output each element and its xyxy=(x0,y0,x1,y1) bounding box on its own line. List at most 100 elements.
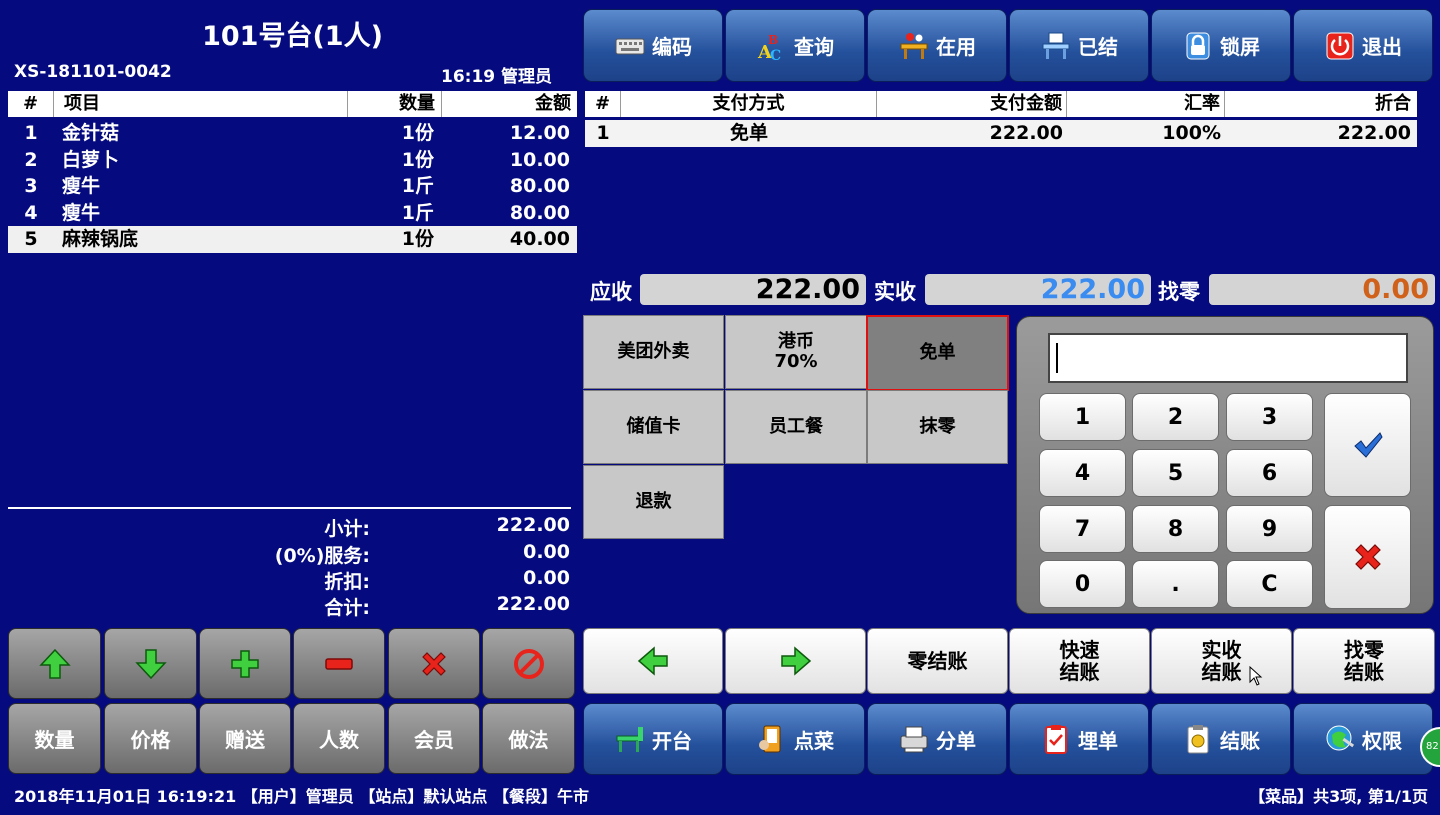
order-row[interactable]: 1 金针菇 1份 12.00 xyxy=(8,120,577,147)
col-item: 项目 xyxy=(54,91,348,117)
key-8[interactable]: 8 xyxy=(1132,505,1219,553)
method-label: 储值卡 xyxy=(626,416,681,437)
method-stored-card-button[interactable]: 储值卡 xyxy=(583,390,724,464)
delete-item-button[interactable] xyxy=(388,628,480,699)
next-page-button[interactable] xyxy=(725,628,866,694)
order-row-selected[interactable]: 5 麻辣锅底 1份 40.00 xyxy=(8,226,577,253)
amount-input[interactable] xyxy=(1048,333,1408,383)
add-item-button[interactable] xyxy=(199,628,291,699)
receivable-value: 222.00 xyxy=(640,274,866,305)
reduce-item-button[interactable] xyxy=(293,628,385,699)
col-qty: 数量 xyxy=(348,91,442,117)
split-bill-button[interactable]: 分单 xyxy=(867,703,1007,775)
order-time-user: 16:19 管理员 xyxy=(441,67,553,87)
query-button[interactable]: ACB 查询 xyxy=(725,9,865,82)
permission-button[interactable]: 权限 xyxy=(1293,703,1433,775)
key-0[interactable]: 0 xyxy=(1039,560,1126,608)
table-in-use-icon xyxy=(900,32,928,59)
cancel-button[interactable] xyxy=(1324,505,1411,609)
open-table-button[interactable]: 开台 xyxy=(583,703,723,775)
key-2[interactable]: 2 xyxy=(1132,393,1219,441)
split-bill-icon xyxy=(900,726,928,753)
change-label: 找零 xyxy=(1158,280,1200,304)
cancel-order-button[interactable] xyxy=(482,628,575,699)
service-value: 0.00 xyxy=(523,541,570,563)
plus-icon xyxy=(231,649,259,678)
delete-x-icon xyxy=(422,651,446,676)
subtotal-row: 小计: 222.00 xyxy=(230,514,570,540)
key-dot[interactable]: . xyxy=(1132,560,1219,608)
row-qty: 1份 xyxy=(401,228,434,250)
key-6[interactable]: 6 xyxy=(1226,449,1313,497)
quantity-button[interactable]: 数量 xyxy=(8,703,101,774)
key-9[interactable]: 9 xyxy=(1226,505,1313,553)
row-num: 2 xyxy=(24,148,38,171)
keyboard-icon xyxy=(615,38,645,54)
summary-divider xyxy=(8,507,571,509)
row-amount: 10.00 xyxy=(509,148,570,171)
permission-icon xyxy=(1326,725,1355,751)
method-staff-meal-button[interactable]: 员工餐 xyxy=(725,390,867,464)
permission-label: 权限 xyxy=(1362,728,1402,753)
key-7[interactable]: 7 xyxy=(1039,505,1126,553)
zero-checkout-button[interactable]: 零结账 xyxy=(867,628,1008,694)
table-settled-icon xyxy=(1042,32,1070,59)
key-clear[interactable]: C xyxy=(1226,560,1313,608)
method-refund-button[interactable]: 退款 xyxy=(583,465,724,539)
payment-table-header: # 支付方式 支付金额 汇率 折合 xyxy=(585,91,1417,117)
row-qty: 1斤 xyxy=(401,175,434,197)
order-row[interactable]: 2 白萝卜 1份 10.00 xyxy=(8,147,577,174)
exit-button[interactable]: 退出 xyxy=(1293,9,1433,82)
bill-label: 埋单 xyxy=(1078,728,1118,753)
member-button[interactable]: 会员 xyxy=(388,703,480,774)
move-down-button[interactable] xyxy=(104,628,197,699)
change-checkout-button[interactable]: 找零 结账 xyxy=(1293,628,1435,694)
quick-checkout-button[interactable]: 快速 结账 xyxy=(1009,628,1150,694)
received-value: 222.00 xyxy=(925,274,1151,305)
method-free-button[interactable]: 免单 xyxy=(866,315,1009,391)
up-arrow-icon xyxy=(38,648,71,679)
code-label: 编码 xyxy=(652,35,692,59)
code-button[interactable]: 编码 xyxy=(583,9,723,82)
order-dish-icon xyxy=(759,725,781,753)
cooking-method-button[interactable]: 做法 xyxy=(482,703,575,774)
order-row[interactable]: 4 瘦牛 1斤 80.00 xyxy=(8,200,577,227)
receivable-label: 应收 xyxy=(590,280,632,304)
order-row[interactable]: 3 瘦牛 1斤 80.00 xyxy=(8,173,577,200)
key-3[interactable]: 3 xyxy=(1226,393,1313,441)
confirm-button[interactable] xyxy=(1324,393,1411,497)
row-amount: 40.00 xyxy=(509,228,570,250)
row-qty: 1份 xyxy=(401,122,434,144)
in-use-button[interactable]: 在用 xyxy=(867,9,1007,82)
total-value: 222.00 xyxy=(496,593,570,615)
prev-page-button[interactable] xyxy=(583,628,723,694)
row-qty: 1斤 xyxy=(401,201,434,224)
move-up-button[interactable] xyxy=(8,628,101,699)
gift-button[interactable]: 赠送 xyxy=(199,703,291,774)
key-4[interactable]: 4 xyxy=(1039,449,1126,497)
total-label: 合计: xyxy=(324,597,370,619)
key-5[interactable]: 5 xyxy=(1132,449,1219,497)
order-dish-label: 点菜 xyxy=(794,728,834,753)
checkout-button[interactable]: 结账 xyxy=(1151,703,1291,775)
guest-count-button[interactable]: 人数 xyxy=(293,703,385,774)
received-checkout-button[interactable]: 实收 结账 xyxy=(1151,628,1292,694)
exit-label: 退出 xyxy=(1362,35,1402,59)
order-dish-button[interactable]: 点菜 xyxy=(725,703,865,775)
settled-button[interactable]: 已结 xyxy=(1009,9,1149,82)
method-label: 抹零 xyxy=(919,416,956,437)
mouse-cursor-icon xyxy=(1249,666,1263,686)
method-label: 退款 xyxy=(635,491,672,512)
checkout-label: 结账 xyxy=(1220,728,1260,753)
price-button[interactable]: 价格 xyxy=(104,703,197,774)
bill-button[interactable]: 埋单 xyxy=(1009,703,1149,775)
pay-col-converted: 折合 xyxy=(1375,93,1411,114)
method-hkd-button[interactable]: 港币 70% xyxy=(725,315,867,389)
key-1[interactable]: 1 xyxy=(1039,393,1126,441)
lock-screen-button[interactable]: 锁屏 xyxy=(1151,9,1291,82)
method-round-off-button[interactable]: 抹零 xyxy=(867,390,1008,464)
method-meituan-button[interactable]: 美团外卖 xyxy=(583,315,724,389)
payment-row[interactable]: 1 免单 222.00 100% 222.00 xyxy=(585,120,1417,147)
checkmark-icon xyxy=(1353,432,1383,458)
row-amount: 12.00 xyxy=(509,122,570,144)
